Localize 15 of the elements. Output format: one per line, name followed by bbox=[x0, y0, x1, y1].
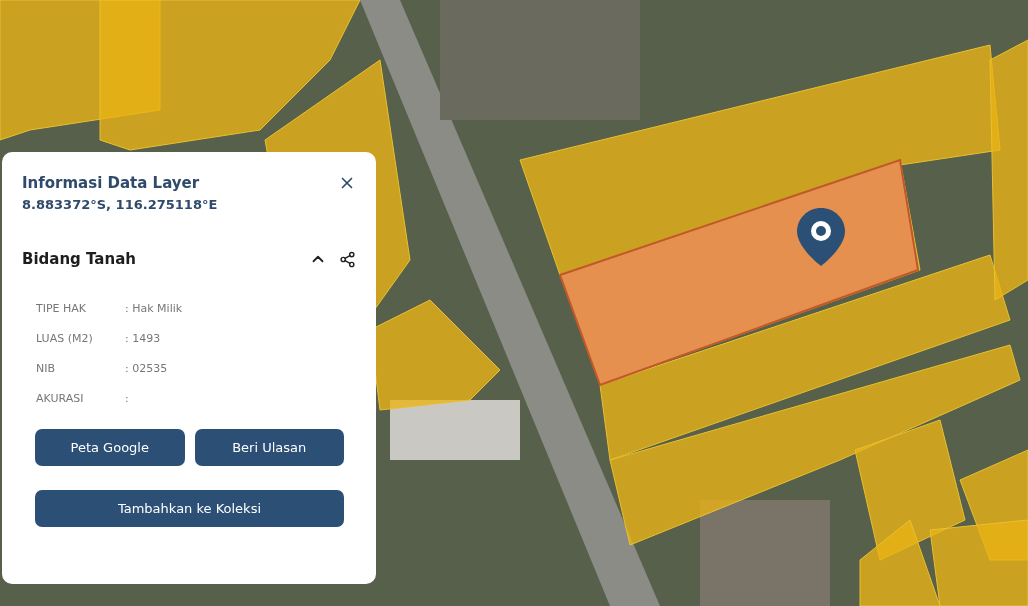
attribute-value: : Hak Milik bbox=[125, 302, 183, 315]
attribute-value: : 1493 bbox=[125, 332, 161, 345]
attribute-label: TIPE HAK bbox=[36, 302, 88, 315]
attribute-value: : 02535 bbox=[125, 362, 168, 375]
attribute-label: AKURASI bbox=[36, 392, 85, 405]
attribute-label: LUAS (M2) bbox=[36, 332, 94, 345]
attribute-value: : bbox=[125, 392, 129, 405]
action-button[interactable]: Tambahkan ke Koleksi bbox=[35, 490, 344, 527]
action-button[interactable]: Peta Google bbox=[35, 429, 185, 466]
share-icon[interactable] bbox=[339, 250, 356, 268]
section-title: Bidang Tanah bbox=[22, 250, 136, 268]
coordinates-text: 8.883372°S, 116.275118°E bbox=[22, 197, 218, 212]
attribute-label: NIB bbox=[36, 362, 57, 375]
panel-title: Informasi Data Layer bbox=[22, 174, 201, 192]
action-button[interactable]: Beri Ulasan bbox=[194, 429, 344, 466]
